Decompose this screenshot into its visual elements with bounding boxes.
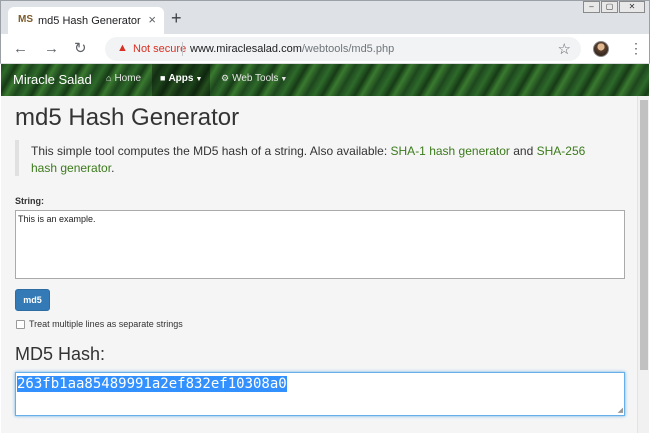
tab-strip: MS md5 Hash Generator × + – ▢ ✕ [0, 0, 650, 35]
nav-apps-label: Apps [168, 73, 194, 84]
url-path: /webtools/md5.php [301, 43, 395, 55]
browser-toolbar: ← → ↻ ▲ Not secure www.miraclesalad.com/… [0, 34, 650, 64]
string-label: String: [15, 196, 44, 206]
restore-icon[interactable]: ▢ [601, 1, 618, 13]
back-icon[interactable]: ← [13, 40, 28, 58]
new-tab-button[interactable]: + [171, 9, 182, 27]
chevron-down-icon: ▼ [280, 76, 288, 83]
profile-avatar[interactable] [593, 41, 609, 57]
nav-home[interactable]: ⌂ Home [98, 64, 149, 96]
briefcase-icon: ■ [160, 73, 166, 83]
bookmark-star-icon[interactable]: ☆ [558, 40, 571, 58]
minimize-icon[interactable]: – [583, 1, 600, 13]
page-title: md5 Hash Generator [15, 104, 240, 131]
tab-title: md5 Hash Generator [38, 15, 141, 27]
page-content: md5 Hash Generator This simple tool comp… [1, 96, 637, 433]
url-text[interactable]: www.miraclesalad.com/webtools/md5.php [190, 43, 394, 55]
chevron-down-icon: ▼ [195, 76, 203, 83]
site-brand[interactable]: Miracle Salad [13, 72, 92, 87]
scrollbar-thumb[interactable] [640, 100, 648, 370]
description-and: and [509, 144, 537, 158]
string-input[interactable]: This is an example. [15, 210, 625, 279]
omnibox-divider [182, 42, 183, 56]
hash-value[interactable]: 263fb1aa85489991a2ef832ef10308a0 [17, 376, 287, 392]
gears-icon: ⚙ [221, 73, 230, 83]
site-favicon-icon: MS [18, 14, 33, 25]
description-text: This simple tool computes the MD5 hash o… [31, 144, 391, 158]
forward-icon[interactable]: → [44, 40, 59, 58]
window-close-icon[interactable]: ✕ [619, 1, 645, 13]
description-blockquote: This simple tool computes the MD5 hash o… [15, 140, 605, 176]
description-end: . [111, 161, 115, 175]
tab-close-icon[interactable]: × [148, 12, 156, 28]
menu-icon[interactable]: ⋮ [629, 40, 643, 56]
browser-tab[interactable]: MS md5 Hash Generator × [8, 7, 164, 35]
multiline-checkbox-label[interactable]: Treat multiple lines as separate strings [29, 319, 183, 329]
warning-icon[interactable]: ▲ [117, 42, 128, 54]
nav-home-label: Home [114, 73, 142, 84]
sha1-link[interactable]: SHA-1 hash generator [391, 144, 510, 158]
nav-web-tools-label: Web Tools [232, 73, 279, 84]
vertical-scrollbar[interactable] [637, 96, 649, 433]
url-host: www.miraclesalad.com [190, 43, 302, 55]
md5-button[interactable]: md5 [15, 289, 50, 311]
nav-apps[interactable]: ■ Apps ▼ [152, 64, 211, 96]
home-icon: ⌂ [106, 73, 112, 83]
result-heading: MD5 Hash: [15, 344, 106, 364]
nav-web-tools[interactable]: ⚙ Web Tools ▼ [213, 64, 295, 96]
security-status[interactable]: Not secure [133, 43, 186, 55]
resize-handle-icon[interactable]: ◢ [618, 406, 623, 414]
address-bar[interactable]: ▲ Not secure www.miraclesalad.com/webtoo… [105, 37, 581, 61]
multiline-checkbox[interactable] [16, 320, 25, 329]
reload-icon[interactable]: ↻ [74, 40, 87, 58]
site-navbar: Miracle Salad ⌂ Home ■ Apps ▼ ⚙ Web Tools ▼ [1, 64, 649, 96]
window-controls: – ▢ ✕ [582, 1, 645, 15]
hash-output-field[interactable]: 263fb1aa85489991a2ef832ef10308a0 ◢ [15, 372, 625, 416]
